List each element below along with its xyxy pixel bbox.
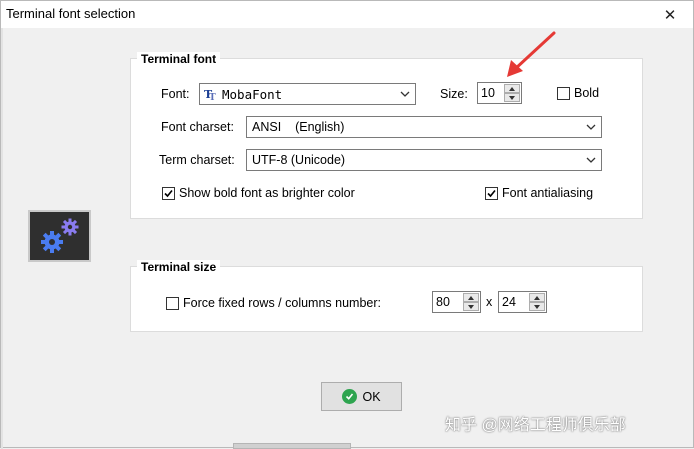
rows-spinner[interactable]: 24: [498, 291, 547, 313]
close-button[interactable]: ✕: [647, 1, 693, 28]
dialog-window: Terminal font selection ✕ Terminal font …: [0, 0, 694, 449]
columns-spinner[interactable]: 80: [432, 291, 481, 313]
terminal-font-group-title: Terminal font: [137, 52, 221, 66]
size-decrease-button[interactable]: [504, 93, 520, 102]
gears-icon: [28, 210, 91, 262]
chevron-down-icon: [399, 87, 411, 101]
window-title: Terminal font selection: [6, 6, 136, 21]
font-select[interactable]: T T MobaFont: [199, 83, 416, 105]
force-fixed-checkbox-label: Force fixed rows / columns number:: [183, 296, 381, 310]
font-charset-label: Font charset:: [161, 120, 234, 134]
triangle-down-icon: [468, 304, 474, 309]
rows-value: 24: [502, 295, 516, 309]
size-label: Size:: [440, 87, 468, 101]
show-bold-checkbox-box[interactable]: [162, 186, 175, 200]
term-charset-label: Term charset:: [159, 153, 235, 167]
svg-text:T: T: [209, 93, 216, 101]
chevron-down-icon: [585, 120, 597, 134]
columns-value: 80: [436, 295, 450, 309]
bold-checkbox-box[interactable]: [557, 86, 570, 100]
close-icon: ✕: [663, 6, 677, 24]
rows-decrease-button[interactable]: [529, 302, 545, 311]
antialias-checkbox-box[interactable]: [485, 186, 498, 200]
red-arrow-pointer: [507, 31, 556, 77]
triangle-up-icon: [534, 295, 540, 300]
triangle-down-icon: [534, 304, 540, 309]
title-bar: Terminal font selection ✕: [1, 1, 693, 28]
force-fixed-checkbox[interactable]: Force fixed rows / columns number:: [166, 296, 381, 310]
columns-decrease-button[interactable]: [463, 302, 479, 311]
ok-button[interactable]: OK: [321, 382, 402, 411]
triangle-down-icon: [509, 95, 515, 100]
font-charset-select[interactable]: ANSI (English): [246, 116, 602, 138]
taskbar-preview: [233, 443, 351, 449]
ok-button-label: OK: [362, 389, 381, 404]
columns-increase-button[interactable]: [463, 293, 479, 302]
font-select-value: MobaFont: [222, 87, 283, 102]
rows-increase-button[interactable]: [529, 293, 545, 302]
check-circle-icon: [342, 389, 358, 404]
truetype-font-icon: T T: [204, 87, 218, 104]
terminal-size-group-title: Terminal size: [137, 260, 221, 274]
size-separator: x: [486, 295, 493, 309]
size-spinner[interactable]: 10: [477, 82, 522, 104]
triangle-up-icon: [468, 295, 474, 300]
left-edge: [1, 28, 3, 449]
bold-checkbox[interactable]: Bold: [557, 86, 599, 100]
font-charset-value: ANSI (English): [252, 120, 345, 134]
checkmark-icon: [487, 189, 496, 197]
show-bold-checkbox-label: Show bold font as brighter color: [179, 186, 355, 200]
bold-checkbox-label: Bold: [574, 86, 600, 100]
triangle-up-icon: [509, 86, 515, 91]
size-value: 10: [481, 86, 495, 100]
term-charset-select[interactable]: UTF-8 (Unicode): [246, 149, 602, 171]
size-increase-button[interactable]: [504, 84, 520, 93]
checkmark-icon: [164, 189, 173, 197]
watermark-text: 知乎 @网络工程师俱乐部: [445, 417, 626, 434]
force-fixed-checkbox-box[interactable]: [166, 296, 179, 310]
show-bold-checkbox[interactable]: Show bold font as brighter color: [162, 186, 355, 200]
chevron-down-icon: [585, 153, 597, 167]
antialias-checkbox[interactable]: Font antialiasing: [485, 186, 593, 200]
font-label: Font:: [161, 87, 190, 101]
antialias-checkbox-label: Font antialiasing: [502, 186, 594, 200]
term-charset-value: UTF-8 (Unicode): [252, 153, 346, 167]
